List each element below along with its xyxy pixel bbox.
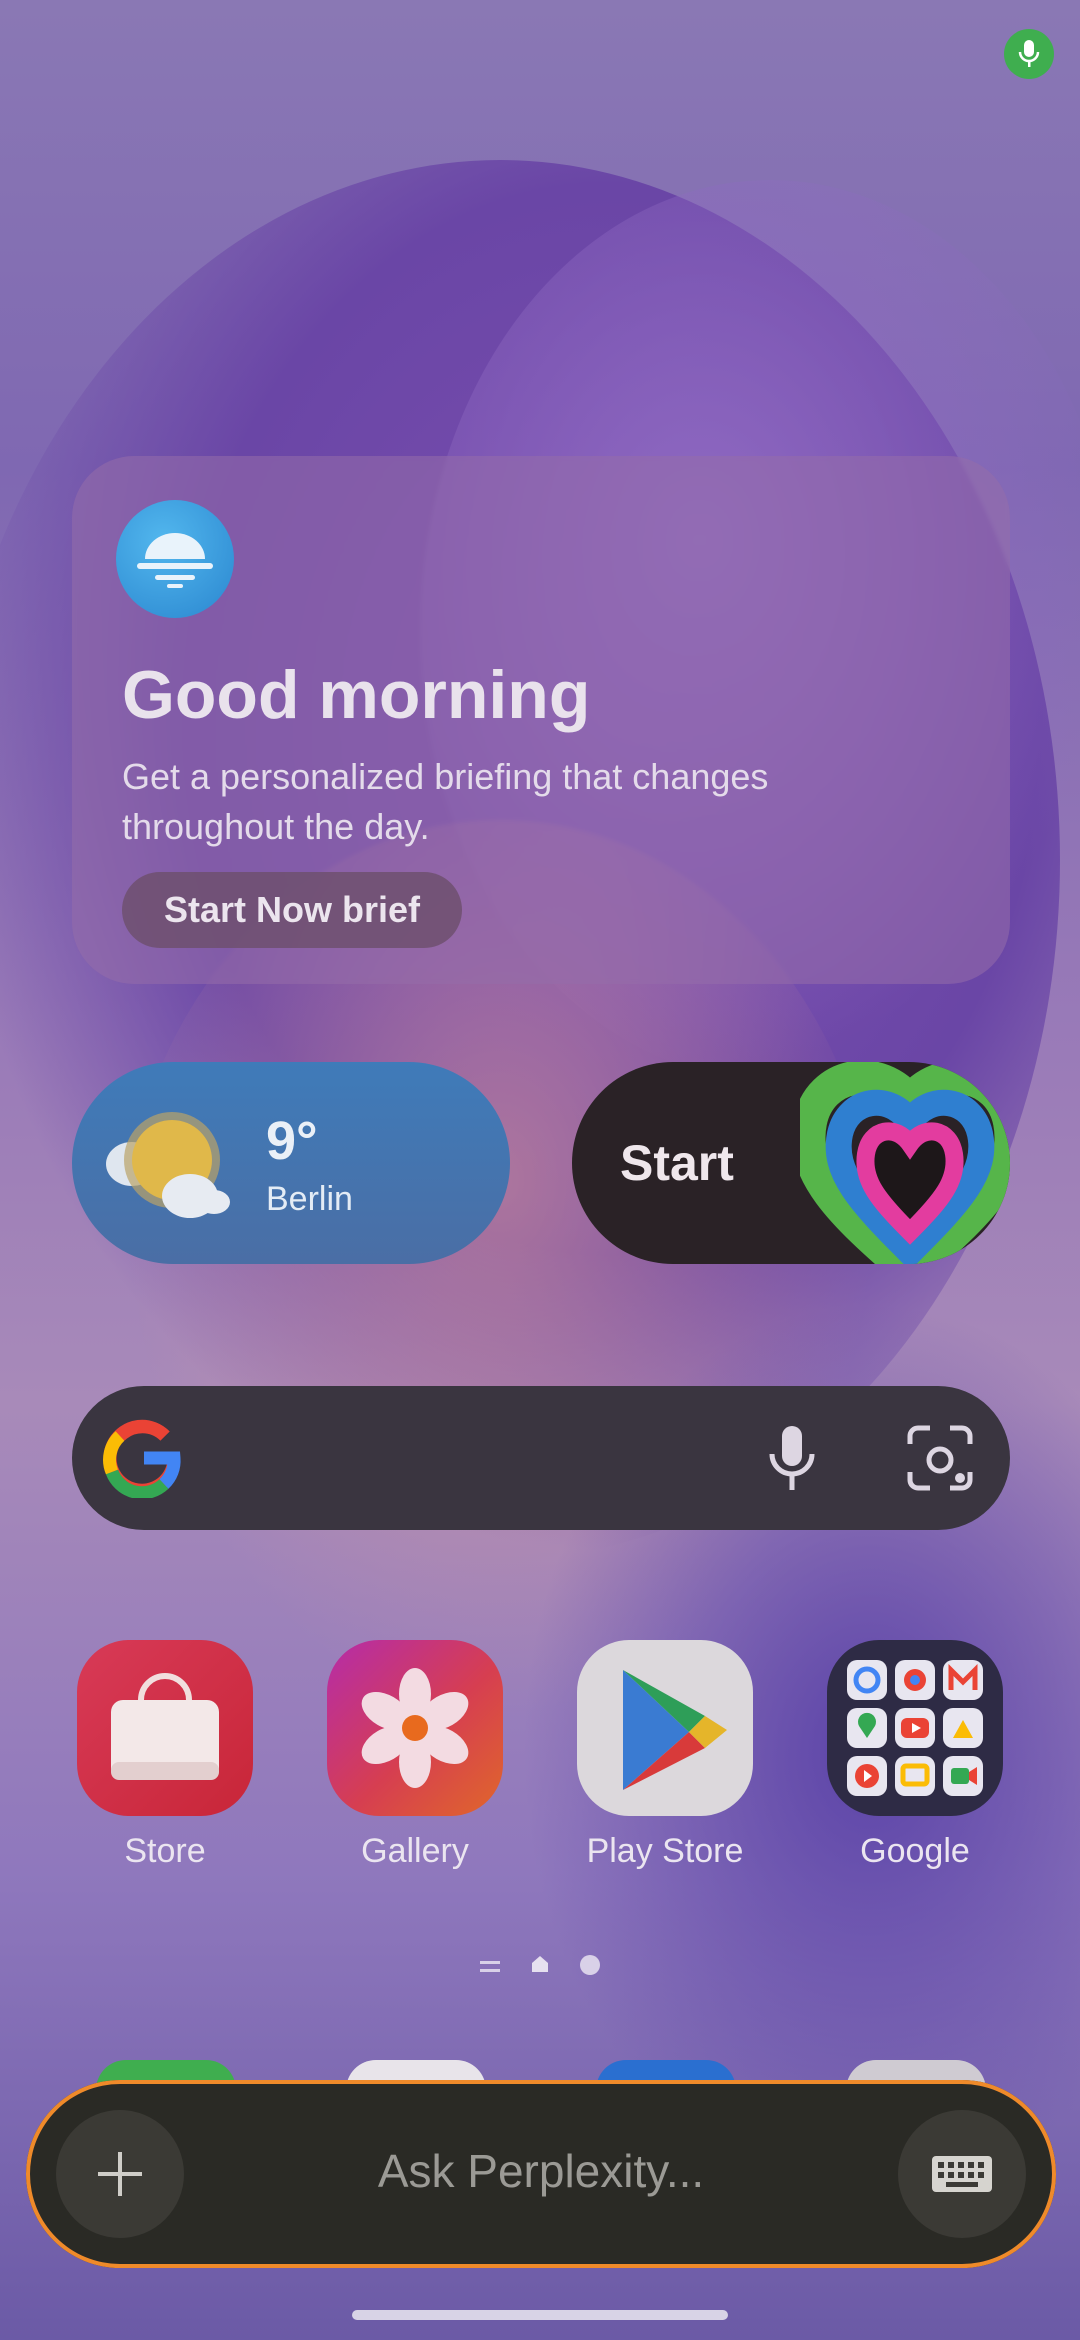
app-label: Google	[860, 1832, 970, 1870]
app-label: Gallery	[361, 1832, 469, 1870]
weather-widget[interactable]: 9° Berlin	[72, 1062, 510, 1264]
google-g-icon	[103, 1419, 181, 1498]
home-page-icon[interactable]	[530, 1954, 550, 1974]
start-widget[interactable]: Start	[572, 1062, 1010, 1264]
play-store-icon	[577, 1640, 753, 1816]
keyboard-icon	[932, 2156, 992, 2192]
sunrise-icon	[116, 500, 234, 618]
keyboard-button[interactable]	[898, 2110, 1026, 2238]
app-play-store[interactable]: Play Store	[570, 1640, 760, 1871]
mic-icon	[1018, 40, 1040, 67]
briefing-card[interactable]: Good morning Get a personalized briefing…	[72, 456, 1010, 984]
lens-icon[interactable]	[904, 1422, 976, 1494]
app-label: Play Store	[586, 1832, 744, 1870]
shopping-bag-icon	[77, 1640, 253, 1816]
briefing-title: Good morning	[122, 657, 591, 733]
ask-perplexity-bar[interactable]: Ask Perplexity...	[26, 2080, 1056, 2268]
mic-icon[interactable]	[764, 1422, 820, 1494]
partly-sunny-icon	[106, 1112, 230, 1218]
app-store[interactable]: Store	[70, 1640, 260, 1871]
home-indicator[interactable]	[352, 2310, 728, 2320]
mic-indicator[interactable]	[1004, 29, 1054, 79]
app-google-folder[interactable]: Google	[820, 1640, 1010, 1871]
heart-rings-icon	[800, 1062, 1010, 1264]
app-gallery[interactable]: Gallery	[320, 1640, 510, 1871]
city-name: Berlin	[266, 1180, 353, 1218]
google-folder-icon	[827, 1640, 1003, 1816]
temperature: 9°	[266, 1111, 318, 1171]
google-search-bar[interactable]	[72, 1386, 1010, 1530]
briefing-subtitle: Get a personalized briefing that changes…	[122, 756, 769, 847]
start-brief-button[interactable]: Start Now brief	[122, 872, 462, 948]
flower-icon	[327, 1640, 503, 1816]
app-label: Store	[124, 1832, 206, 1870]
start-label: Start	[620, 1135, 734, 1191]
page-dot[interactable]	[580, 1955, 600, 1975]
page-indicator[interactable]	[0, 1952, 1080, 1982]
list-page-icon[interactable]	[480, 1956, 500, 1977]
